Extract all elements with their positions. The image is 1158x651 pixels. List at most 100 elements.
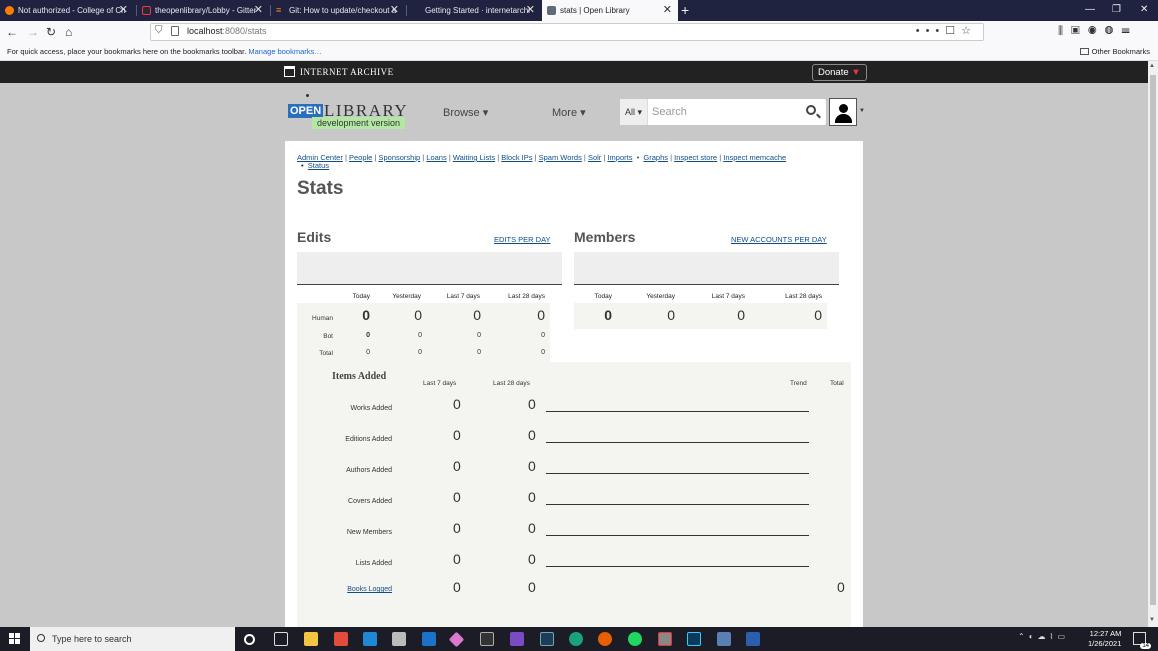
folder-icon <box>1079 48 1089 55</box>
tab-not-authorized[interactable]: Not authorized - College of Ch ✕ <box>0 0 134 21</box>
people-link[interactable]: People <box>349 153 372 162</box>
inspect-store-link[interactable]: Inspect store <box>674 153 717 162</box>
tab-title: Git: How to update/checkout a <box>289 6 397 15</box>
inspect-memcache-link[interactable]: Inspect memcache <box>723 153 786 162</box>
home-icon[interactable]: ⌂ <box>65 24 72 40</box>
app-icon[interactable] <box>334 632 348 646</box>
edits-per-day-link[interactable]: EDITS PER DAY <box>494 235 551 244</box>
restore-icon[interactable]: ❐ <box>1112 0 1121 20</box>
books-logged-link[interactable]: Books Logged <box>297 586 392 593</box>
search-scope-select[interactable]: All ▾ <box>620 99 648 125</box>
column-header: Trend <box>790 380 807 387</box>
spam-words-link[interactable]: Spam Words <box>539 153 582 162</box>
imports-link[interactable]: Imports <box>607 153 632 162</box>
scroll-up-icon[interactable]: ▲ <box>1149 63 1155 69</box>
close-icon[interactable]: ✕ <box>526 0 535 21</box>
internet-archive-logo[interactable]: INTERNET ARCHIVE <box>284 65 394 79</box>
table-cell: 0 <box>366 332 370 339</box>
members-table-body: 0 0 0 0 <box>574 303 827 329</box>
search-input[interactable]: Search <box>652 106 687 118</box>
table-cell: 0 <box>453 579 461 595</box>
app-icon[interactable] <box>540 632 554 646</box>
forward-icon[interactable]: → <box>27 24 39 40</box>
table-cell: 0 <box>414 307 422 323</box>
scroll-down-icon[interactable]: ▼ <box>1149 617 1155 623</box>
browse-menu[interactable]: Browse ▾ <box>443 106 488 119</box>
block-ips-link[interactable]: Block IPs <box>501 153 532 162</box>
minimize-icon[interactable]: — <box>1085 0 1095 20</box>
visual-studio-icon[interactable] <box>510 632 524 646</box>
table-cell: 0 <box>528 520 536 536</box>
close-icon[interactable]: ✕ <box>390 0 399 21</box>
items-added-table: Items Added Last 7 days Last 28 days Tre… <box>297 362 851 627</box>
close-icon[interactable]: ✕ <box>663 0 672 21</box>
new-accounts-per-day-link[interactable]: NEW ACCOUNTS PER DAY <box>731 235 827 244</box>
clock[interactable]: 12:27 AM 1/26/2021 <box>1088 629 1121 649</box>
search-icon[interactable] <box>806 105 816 115</box>
table-cell: 0 <box>604 307 612 323</box>
firefox-icon[interactable] <box>598 632 612 646</box>
edge-icon[interactable] <box>569 632 583 646</box>
sponsorship-link[interactable]: Sponsorship <box>378 153 420 162</box>
url-text[interactable]: localhost:8080/stats <box>187 26 267 36</box>
scrollbar-thumb[interactable] <box>1150 75 1156 605</box>
windows-start-icon[interactable] <box>9 633 20 644</box>
manage-bookmarks-link[interactable]: Manage bookmarks… <box>248 47 321 56</box>
window-close-icon[interactable]: ✕ <box>1140 0 1148 20</box>
loans-link[interactable]: Loans <box>426 153 446 162</box>
archive-temple-icon <box>284 66 295 77</box>
back-icon[interactable]: ← <box>6 24 18 40</box>
more-menu[interactable]: More ▾ <box>552 106 586 119</box>
reload-icon[interactable]: ↻ <box>46 24 56 40</box>
store-icon[interactable] <box>392 632 406 646</box>
column-header: Yesterday <box>392 293 421 300</box>
table-cell: 0 <box>418 332 422 339</box>
word-icon[interactable] <box>746 632 760 646</box>
page-scrollbar[interactable]: ▲ ▼ <box>1148 61 1158 627</box>
row-label: Human <box>312 315 333 322</box>
file-explorer-icon[interactable] <box>304 632 318 646</box>
waiting-lists-link[interactable]: Waiting Lists <box>453 153 495 162</box>
edits-heading: Edits <box>297 229 332 245</box>
url-bar[interactable]: ⛉ localhost:8080/stats •••☐☆ <box>150 23 984 41</box>
graphs-link[interactable]: Graphs <box>643 153 668 162</box>
row-label: Authors Added <box>346 467 392 474</box>
navigation-toolbar: ← → ↻ ⌂ ⛉ localhost:8080/stats •••☐☆ ⫼▣◉… <box>0 21 1158 43</box>
solr-link[interactable]: Solr <box>588 153 601 162</box>
status-link[interactable]: Status <box>308 161 329 170</box>
tab-stats-open-library[interactable]: stats | Open Library ✕ <box>542 0 678 21</box>
app-icon[interactable] <box>448 631 465 648</box>
tab-gitter[interactable]: theopenlibrary/Lobby - Gitter ✕ <box>137 0 269 21</box>
table-cell: 0 <box>453 489 461 505</box>
new-tab-icon[interactable]: + <box>681 0 689 20</box>
app-icon[interactable] <box>687 632 701 646</box>
app-icon[interactable] <box>658 632 672 646</box>
donate-button[interactable]: Donate ▼ <box>812 64 867 81</box>
close-icon[interactable]: ✕ <box>119 0 128 21</box>
other-bookmarks[interactable]: Other Bookmarks <box>1079 43 1150 61</box>
row-label: Editions Added <box>345 436 392 443</box>
chevron-down-icon[interactable]: ▼ <box>859 108 865 114</box>
app-icon[interactable] <box>363 632 377 646</box>
row-label: Total <box>319 350 333 357</box>
spotify-icon[interactable] <box>628 632 642 646</box>
close-icon[interactable]: ✕ <box>254 0 263 21</box>
notifications-icon[interactable]: 14 <box>1133 632 1151 649</box>
mail-icon[interactable] <box>422 632 436 646</box>
toolbar-icons[interactable]: ⫼▣◉◍☰ <box>1058 25 1138 38</box>
page-actions[interactable]: •••☐☆ <box>916 24 977 37</box>
taskbar-search-input[interactable]: Type here to search <box>30 627 235 651</box>
tab-getting-started[interactable]: Getting Started · internetarchi ✕ <box>407 0 541 21</box>
task-view-icon[interactable] <box>274 632 288 646</box>
search-icon <box>37 634 45 642</box>
page-info-icon[interactable] <box>171 26 179 36</box>
notification-count: 14 <box>1140 643 1151 649</box>
stackoverflow-icon: ≡ <box>276 5 282 15</box>
terminal-icon[interactable] <box>480 632 494 646</box>
app-icon[interactable] <box>717 632 731 646</box>
table-cell: 0 <box>528 551 536 567</box>
account-avatar[interactable] <box>829 98 857 126</box>
cortana-icon[interactable] <box>244 634 255 645</box>
system-tray[interactable]: ⌃◐☁⌇▭ <box>1018 632 1069 641</box>
tab-stackoverflow[interactable]: ≡ Git: How to update/checkout a ✕ <box>271 0 405 21</box>
